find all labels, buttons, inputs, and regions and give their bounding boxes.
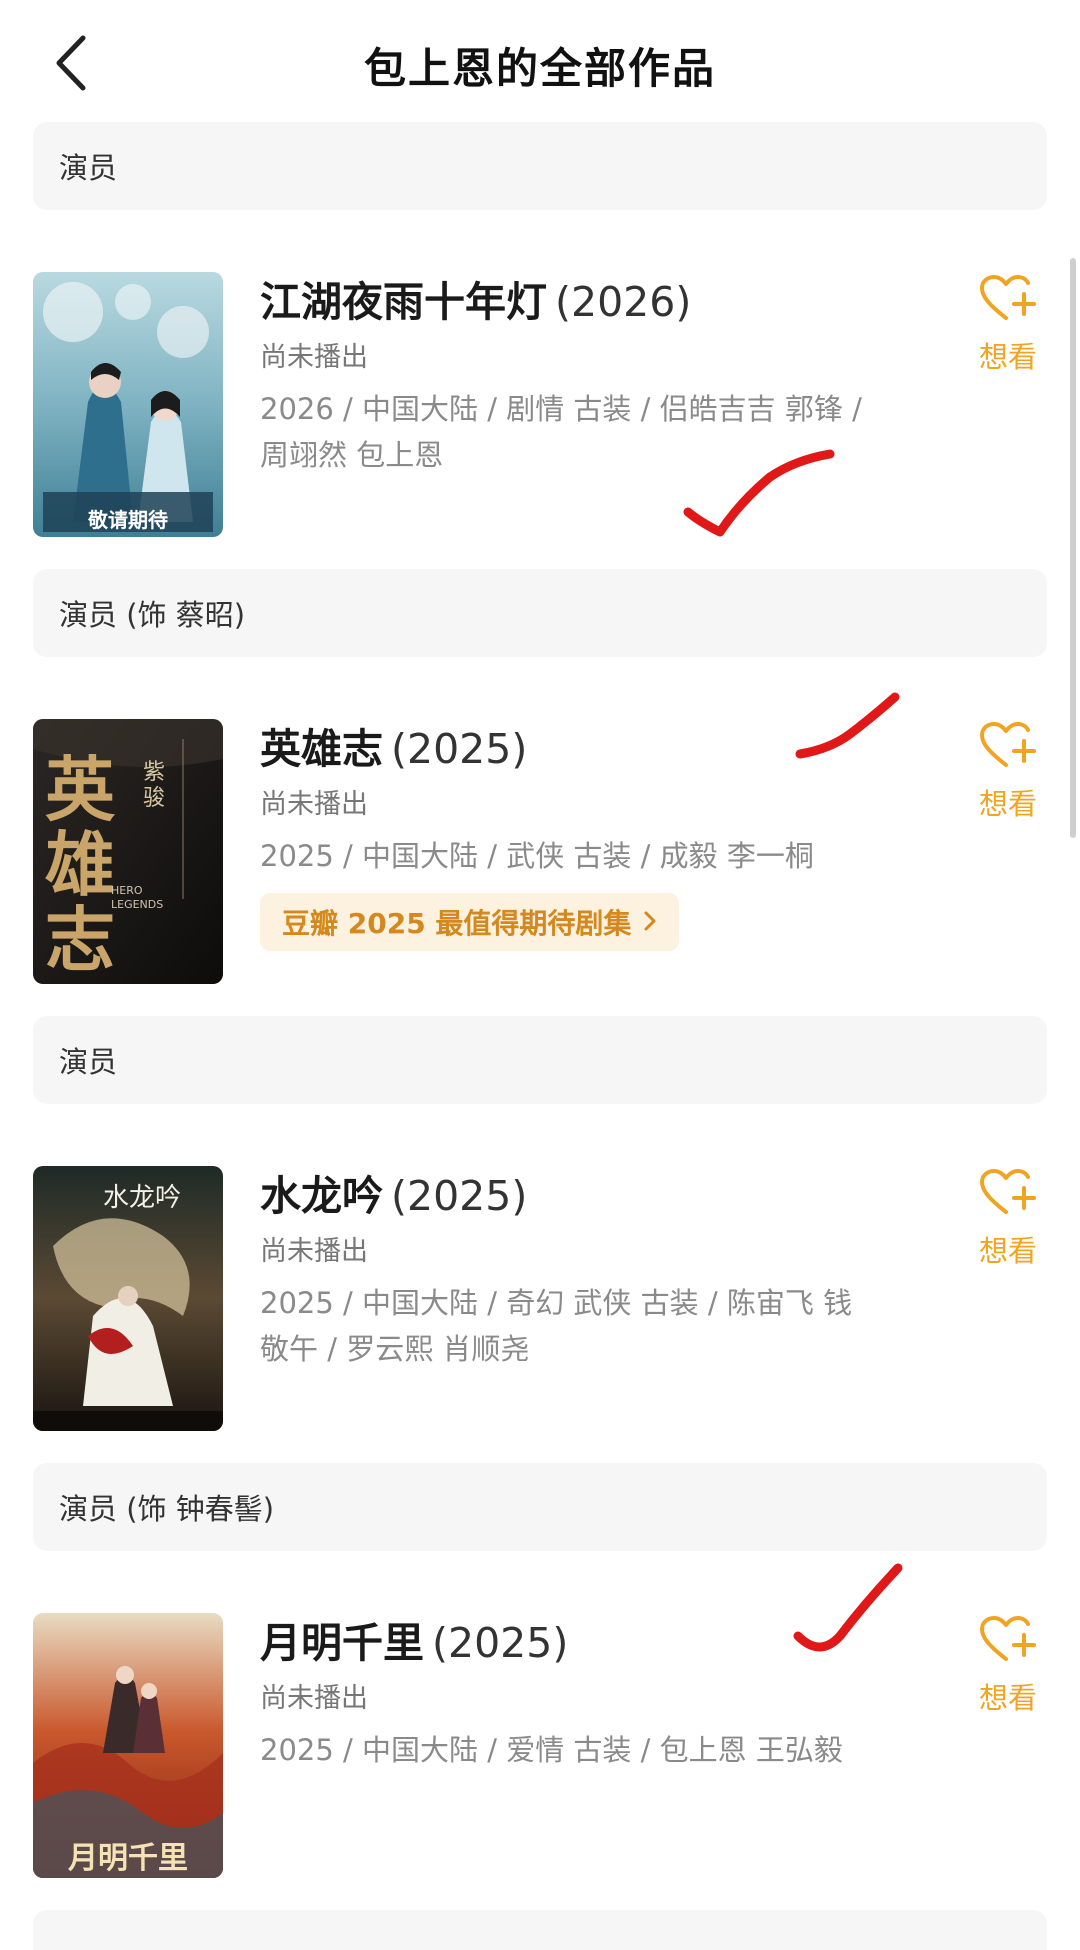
page-title: 包上恩的全部作品 [363,43,716,93]
work-title[interactable]: 月明千里 (2025) [260,1615,880,1671]
want-label: 想看 [978,340,1037,374]
title-text: 月明千里 [260,1619,424,1667]
role-label: 演员 (饰 钟春髻) [59,1492,275,1526]
year-text: (2025) [391,725,528,773]
work-info: 月明千里 (2025) 尚未播出 2025 / 中国大陆 / 爱情 古装 / 包上… [260,1615,880,1773]
svg-text:志: 志 [45,898,115,981]
status-text: 尚未播出 [260,789,368,820]
svg-text:水龙吟: 水龙吟 [103,1183,181,1213]
role-bar [33,1910,1047,1950]
work-info: 水龙吟 (2025) 尚未播出 2025 / 中国大陆 / 奇幻 武侠 古装 / … [260,1168,880,1372]
top-bar: 包上恩的全部作品 [0,0,1080,130]
work-card[interactable]: 演员 (饰 蔡昭) 英 雄 志 紫 骏 HERO LEGENDS 英雄志 (20… [0,569,1080,1016]
poster-image[interactable]: 敬请期待 [33,272,223,537]
poster-caption: 敬请期待 [88,508,168,532]
heart-plus-icon [978,274,1038,328]
chevron-left-icon [53,34,87,96]
want-to-watch-button[interactable]: 想看 [968,1615,1048,1717]
work-card[interactable]: 演员 (饰 钟春髻) 月明千里 月明千里 (2025) 尚未播出 2025 / … [0,1463,1080,1910]
work-info: 江湖夜雨十年灯 (2026) 尚未播出 2026 / 中国大陆 / 剧情 古装 /… [260,274,880,478]
svg-text:雄: 雄 [45,823,115,906]
title-text: 水龙吟 [260,1172,383,1220]
works-list: 演员 敬请期待 江湖夜雨十年灯 (2026) 尚未播出 2026 / 中国大陆 … [0,122,1080,1950]
role-label: 演员 [59,151,118,185]
meta-text: 2025 / 中国大陆 / 爱情 古装 / 包上恩 王弘毅 [260,1733,843,1767]
work-card[interactable]: 演员 水龙吟 水龙吟 (2025) 尚未播出 2025 / 中国大陆 / 奇幻 … [0,1016,1080,1463]
svg-text:英: 英 [45,748,116,831]
want-label: 想看 [978,1234,1037,1268]
title-text: 英雄志 [260,725,383,773]
year-text: (2025) [432,1619,569,1667]
status-text: 尚未播出 [260,1236,368,1267]
heart-plus-icon [978,721,1038,775]
heart-plus-icon [978,1168,1038,1222]
work-title[interactable]: 水龙吟 (2025) [260,1168,880,1224]
meta-text: 2025 / 中国大陆 / 武侠 古装 / 成毅 李一桐 [260,839,814,873]
year-text: (2025) [391,1172,528,1220]
meta-text: 2026 / 中国大陆 / 剧情 古装 / 侣皓吉吉 郭锋 / 周翊然 包上恩 [260,392,862,472]
scrollbar[interactable] [1070,258,1076,838]
role-label: 演员 (饰 蔡昭) [59,598,246,632]
status-text: 尚未播出 [260,1683,368,1714]
poster-image[interactable]: 英 雄 志 紫 骏 HERO LEGENDS [33,719,223,984]
role-bar: 演员 (饰 蔡昭) [33,569,1047,657]
svg-text:紫: 紫 [143,760,165,785]
want-to-watch-button[interactable]: 想看 [968,721,1048,823]
chevron-right-icon [643,906,657,939]
poster-caption: 月明千里 [68,1841,188,1876]
heart-plus-icon [978,1615,1038,1669]
role-bar: 演员 [33,122,1047,210]
award-badge[interactable]: 豆瓣 2025 最值得期待剧集 [260,893,680,951]
svg-text:骏: 骏 [143,786,165,811]
work-card-partial [0,1910,1080,1950]
title-text: 江湖夜雨十年灯 [260,278,547,326]
role-bar: 演员 [33,1016,1047,1104]
award-text: 豆瓣 2025 最值得期待剧集 [282,907,632,940]
poster-image[interactable]: 水龙吟 [33,1166,223,1431]
want-label: 想看 [978,787,1037,821]
year-text: (2026) [555,278,692,326]
role-bar: 演员 (饰 钟春髻) [33,1463,1047,1551]
role-label: 演员 [59,1045,118,1079]
work-title[interactable]: 英雄志 (2025) [260,721,880,777]
want-label: 想看 [978,1681,1037,1715]
meta-text: 2025 / 中国大陆 / 奇幻 武侠 古装 / 陈宙飞 钱敬午 / 罗云熙 肖… [260,1286,853,1366]
status-text: 尚未播出 [260,342,368,373]
want-to-watch-button[interactable]: 想看 [968,1168,1048,1270]
work-card[interactable]: 演员 敬请期待 江湖夜雨十年灯 (2026) 尚未播出 2026 / 中国大陆 … [0,122,1080,569]
work-info: 英雄志 (2025) 尚未播出 2025 / 中国大陆 / 武侠 古装 / 成毅 … [260,721,880,951]
back-button[interactable] [40,30,100,100]
want-to-watch-button[interactable]: 想看 [968,274,1048,376]
poster-image[interactable]: 月明千里 [33,1613,223,1878]
work-title[interactable]: 江湖夜雨十年灯 (2026) [260,274,880,330]
poster-subcaption: HERO LEGENDS [111,884,164,911]
